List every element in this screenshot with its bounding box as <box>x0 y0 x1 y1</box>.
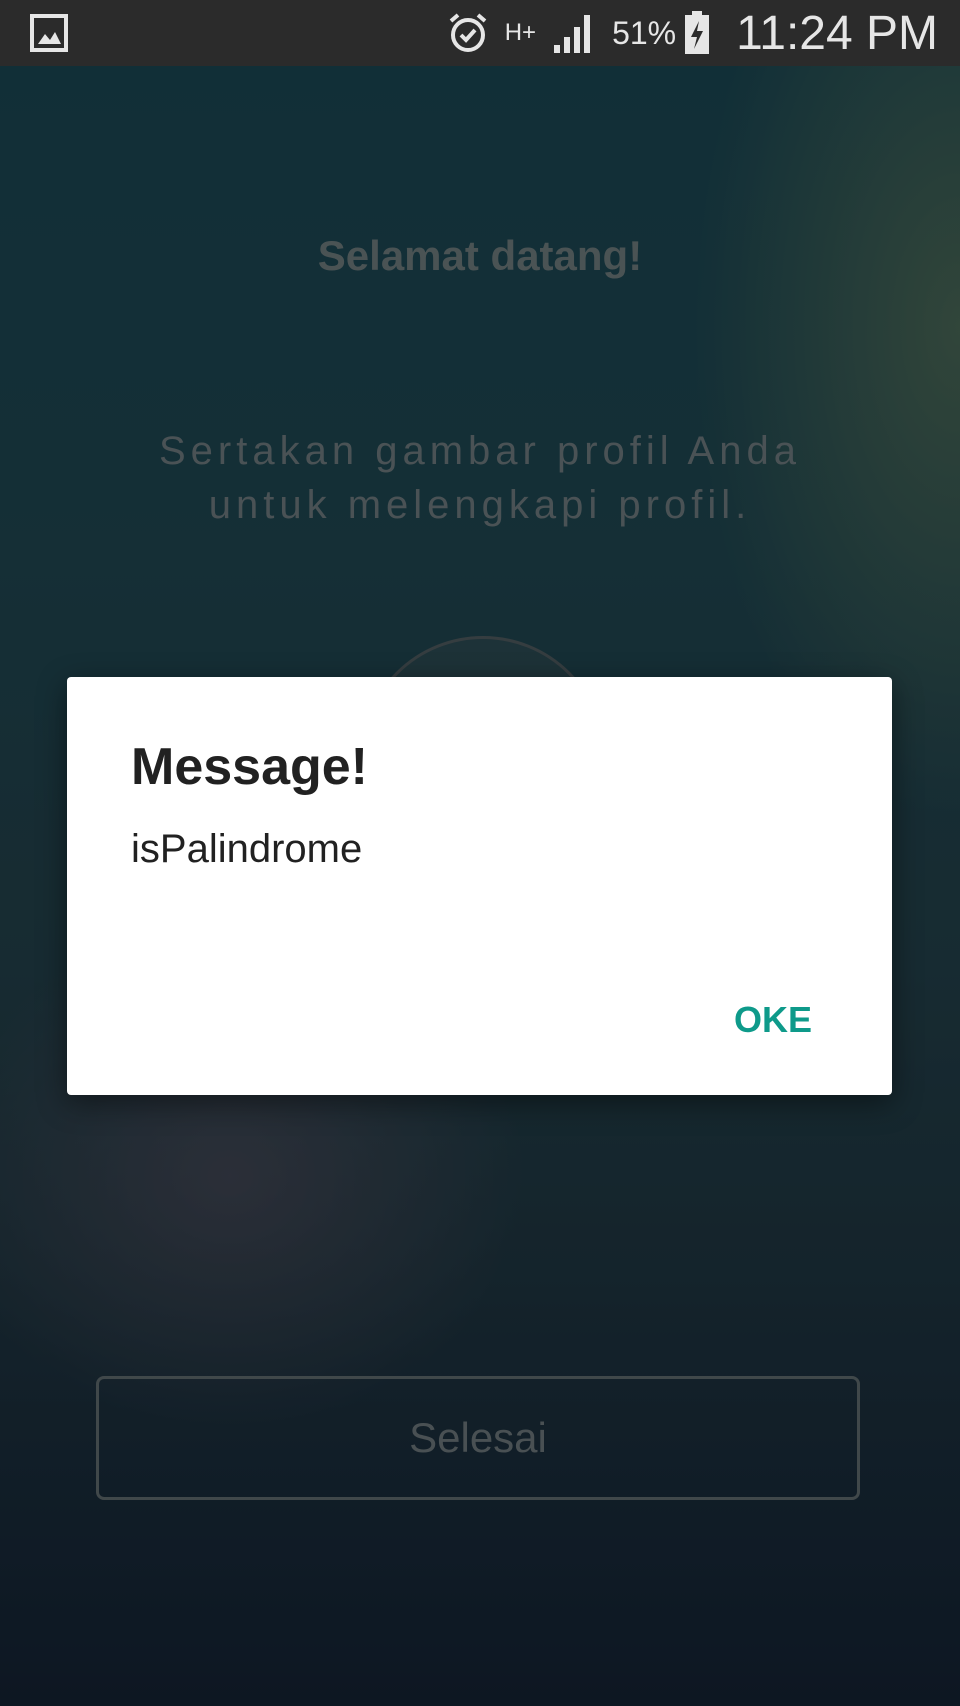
alarm-icon <box>447 11 489 55</box>
image-notification-icon <box>30 14 68 57</box>
battery-charging-icon <box>684 11 710 55</box>
dialog-title: Message! <box>131 738 368 796</box>
network-type-label: H+ <box>504 19 537 46</box>
signal-icon <box>552 11 596 55</box>
clock: 11:24 PM <box>736 6 938 60</box>
ok-button[interactable]: OKE <box>734 999 812 1041</box>
data-arrows-icon: H+ <box>504 19 537 46</box>
message-dialog: Message! isPalindrome OKE <box>67 677 892 1095</box>
battery-percent: 51% <box>612 14 677 51</box>
dialog-message: isPalindrome <box>131 827 363 871</box>
status-bar: H+ 51% 11:24 PM <box>0 0 960 66</box>
